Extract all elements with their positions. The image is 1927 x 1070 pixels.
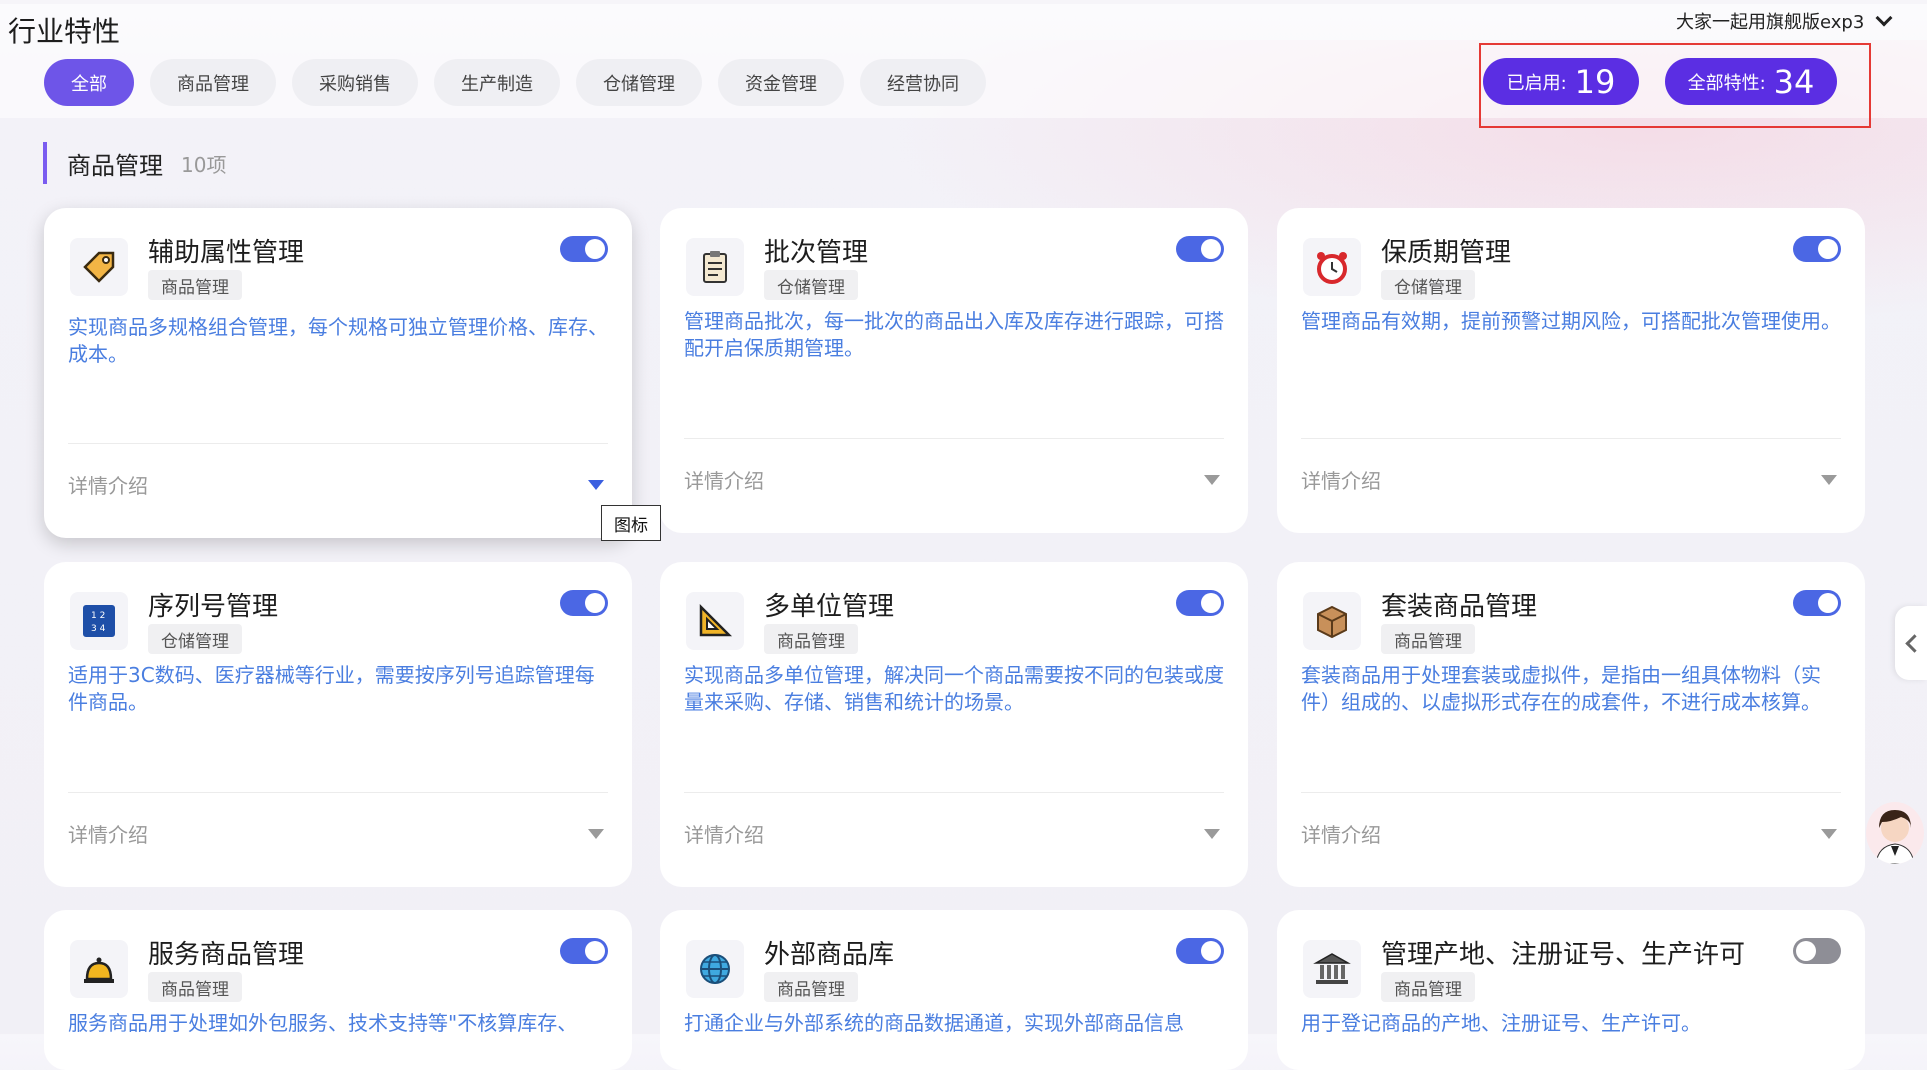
card-description: 服务商品用于处理如外包服务、技术支持等"不核算库存、 <box>68 1011 578 1035</box>
detail-link[interactable]: 详情介绍 <box>1301 819 1381 848</box>
tab-purchase-sales[interactable]: 采购销售 <box>292 59 418 106</box>
svg-text:1 2: 1 2 <box>91 611 105 621</box>
feature-card: 外部商品库 商品管理 打通企业与外部系统的商品数据通道，实现外部商品信息 <box>660 910 1248 1070</box>
card-title: 序列号管理 <box>148 592 279 622</box>
feature-card: 辅助属性管理 商品管理 实现商品多规格组合管理，每个规格可独立管理价格、库存、成… <box>44 208 632 538</box>
card-description: 适用于3C数码、医疗器械等行业，需要按序列号追踪管理每件商品。 <box>68 663 595 714</box>
tab-all[interactable]: 全部 <box>44 59 134 106</box>
card-description: 管理商品批次，每一批次的商品出入库及库存进行跟踪，可搭配开启保质期管理。 <box>684 309 1224 360</box>
feature-toggle[interactable] <box>560 236 608 262</box>
detail-link[interactable]: 详情介绍 <box>1301 465 1381 494</box>
section-title: 商品管理 <box>67 151 163 180</box>
category-tag: 商品管理 <box>1381 972 1475 1002</box>
bank-building-icon <box>1303 940 1361 998</box>
card-divider <box>68 443 608 444</box>
feature-card: 多单位管理 商品管理 实现商品多单位管理，解决同一个商品需要按不同的包装或度量来… <box>660 562 1248 887</box>
card-title: 服务商品管理 <box>148 940 305 970</box>
card-divider <box>1301 792 1841 793</box>
feature-toggle[interactable] <box>560 938 608 964</box>
caret-down-icon[interactable] <box>588 480 604 490</box>
card-divider <box>684 792 1224 793</box>
card-description: 用于登记商品的产地、注册证号、生产许可。 <box>1301 1011 1701 1035</box>
card-title: 外部商品库 <box>764 940 895 970</box>
version-label: 大家一起用旗舰版exp3 <box>1676 12 1865 33</box>
collapse-panel-button[interactable] <box>1895 606 1927 680</box>
card-title: 批次管理 <box>764 238 869 268</box>
detail-link[interactable]: 详情介绍 <box>684 819 764 848</box>
globe-icon <box>686 940 744 998</box>
detail-link[interactable]: 详情介绍 <box>684 465 764 494</box>
chevron-left-icon <box>1904 633 1924 653</box>
clipboard-icon <box>686 238 744 296</box>
tab-collaboration[interactable]: 经营协同 <box>860 59 986 106</box>
svg-text:3 4: 3 4 <box>91 624 106 634</box>
tooltip: 图标 <box>601 505 661 541</box>
feature-toggle[interactable] <box>1176 590 1224 616</box>
card-title: 套装商品管理 <box>1381 592 1538 622</box>
page-title: 行业特性 <box>8 15 121 48</box>
feature-card: 服务商品管理 商品管理 服务商品用于处理如外包服务、技术支持等"不核算库存、 <box>44 910 632 1070</box>
card-description: 管理商品有效期，提前预警过期风险，可搭配批次管理使用。 <box>1301 309 1841 333</box>
feature-toggle[interactable] <box>1793 590 1841 616</box>
feature-card: 保质期管理 仓储管理 管理商品有效期，提前预警过期风险，可搭配批次管理使用。 详… <box>1277 208 1865 533</box>
package-box-icon <box>1303 592 1361 650</box>
category-tag: 商品管理 <box>764 624 858 654</box>
card-divider <box>684 438 1224 439</box>
number-grid-icon: 1 23 4 <box>70 592 128 650</box>
caret-down-icon[interactable] <box>588 829 604 839</box>
tab-product-management[interactable]: 商品管理 <box>150 59 276 106</box>
caret-down-icon[interactable] <box>1821 829 1837 839</box>
feature-card: 管理产地、注册证号、生产许可 商品管理 用于登记商品的产地、注册证号、生产许可。 <box>1277 910 1865 1070</box>
category-tag: 商品管理 <box>148 270 242 300</box>
feature-toggle[interactable] <box>1176 938 1224 964</box>
detail-link[interactable]: 详情介绍 <box>68 819 148 848</box>
category-tag: 仓储管理 <box>148 624 242 654</box>
feature-card: 批次管理 仓储管理 管理商品批次，每一批次的商品出入库及库存进行跟踪，可搭配开启… <box>660 208 1248 533</box>
chevron-down-icon <box>1875 9 1893 27</box>
card-description: 实现商品多单位管理，解决同一个商品需要按不同的包装或度量来采购、存储、销售和统计… <box>684 663 1224 714</box>
alarm-clock-icon <box>1303 238 1361 296</box>
card-divider <box>1301 438 1841 439</box>
tab-production[interactable]: 生产制造 <box>434 59 560 106</box>
feature-card: 套装商品管理 商品管理 套装商品用于处理套装或虚拟件，是指由一组具体物料（实件）… <box>1277 562 1865 887</box>
service-bell-icon <box>70 940 128 998</box>
category-tag: 商品管理 <box>148 972 242 1002</box>
caret-down-icon[interactable] <box>1204 475 1220 485</box>
card-description: 套装商品用于处理套装或虚拟件，是指由一组具体物料（实件）组成的、以虚拟形式存在的… <box>1301 663 1821 714</box>
category-tag: 仓储管理 <box>764 270 858 300</box>
triangle-ruler-icon <box>686 592 744 650</box>
highlight-box <box>1479 43 1871 128</box>
feature-toggle[interactable] <box>1176 236 1224 262</box>
feature-toggle[interactable] <box>1793 236 1841 262</box>
feature-card: 1 23 4 序列号管理 仓储管理 适用于3C数码、医疗器械等行业，需要按序列号… <box>44 562 632 887</box>
detail-link[interactable]: 详情介绍 <box>68 470 148 499</box>
card-title: 管理产地、注册证号、生产许可 <box>1381 940 1746 970</box>
category-tabs: 全部 商品管理 采购销售 生产制造 仓储管理 资金管理 经营协同 <box>44 59 986 106</box>
card-description: 打通企业与外部系统的商品数据通道，实现外部商品信息 <box>684 1011 1184 1035</box>
section-header: 商品管理 10项 <box>43 142 226 184</box>
category-tag: 商品管理 <box>1381 624 1475 654</box>
card-divider <box>68 792 608 793</box>
card-description: 实现商品多规格组合管理，每个规格可独立管理价格、库存、成本。 <box>68 315 608 366</box>
section-count: 10项 <box>181 152 227 177</box>
caret-down-icon[interactable] <box>1204 829 1220 839</box>
category-tag: 商品管理 <box>764 972 858 1002</box>
category-tag: 仓储管理 <box>1381 270 1475 300</box>
tab-funds[interactable]: 资金管理 <box>718 59 844 106</box>
card-title: 保质期管理 <box>1381 238 1512 268</box>
tag-icon <box>70 238 128 296</box>
caret-down-icon[interactable] <box>1821 475 1837 485</box>
feature-toggle[interactable] <box>560 590 608 616</box>
version-selector[interactable]: 大家一起用旗舰版exp3 <box>1676 8 1893 34</box>
card-title: 多单位管理 <box>764 592 895 622</box>
feature-toggle[interactable] <box>1793 938 1841 964</box>
tab-warehouse[interactable]: 仓储管理 <box>576 59 702 106</box>
assistant-avatar[interactable] <box>1866 802 1924 864</box>
card-title: 辅助属性管理 <box>148 238 305 268</box>
